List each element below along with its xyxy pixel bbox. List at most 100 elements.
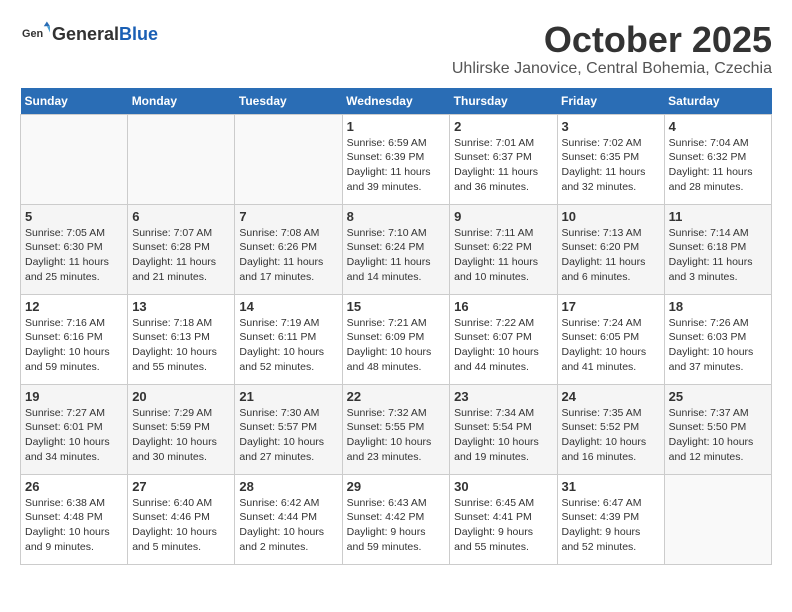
- month-title: October 2025: [452, 20, 772, 60]
- calendar-cell: [21, 114, 128, 204]
- day-number: 3: [562, 119, 660, 134]
- day-number: 24: [562, 389, 660, 404]
- day-of-week-header: Sunday: [21, 88, 128, 115]
- day-number: 6: [132, 209, 230, 224]
- page-header: Gen GeneralBlue October 2025 Uhlirske Ja…: [20, 20, 772, 78]
- calendar-table: SundayMondayTuesdayWednesdayThursdayFrid…: [20, 88, 772, 565]
- day-number: 7: [239, 209, 337, 224]
- calendar-cell: 31 Sunrise: 6:47 AM Sunset: 4:39 PM Dayli…: [557, 474, 664, 564]
- day-number: 14: [239, 299, 337, 314]
- day-number: 1: [347, 119, 446, 134]
- calendar-cell: 16 Sunrise: 7:22 AM Sunset: 6:07 PM Dayli…: [450, 294, 557, 384]
- day-info: Sunrise: 6:47 AM Sunset: 4:39 PM Dayligh…: [562, 496, 660, 555]
- day-number: 28: [239, 479, 337, 494]
- calendar-week-row: 1 Sunrise: 6:59 AM Sunset: 6:39 PM Daylig…: [21, 114, 772, 204]
- calendar-cell: 17Sunrise: 7:24 AM Sunset: 6:05 PM Dayli…: [557, 294, 664, 384]
- location-title: Uhlirske Janovice, Central Bohemia, Czec…: [452, 60, 772, 78]
- calendar-cell: 11 Sunrise: 7:14 AM Sunset: 6:18 PM Dayli…: [664, 204, 771, 294]
- calendar-cell: 2Sunrise: 7:01 AM Sunset: 6:37 PM Daylig…: [450, 114, 557, 204]
- day-info: Sunrise: 6:38 AM Sunset: 4:48 PM Dayligh…: [25, 496, 123, 555]
- calendar-cell: 29 Sunrise: 6:43 AM Sunset: 4:42 PM Dayli…: [342, 474, 450, 564]
- day-number: 26: [25, 479, 123, 494]
- day-number: 20: [132, 389, 230, 404]
- calendar-week-row: 26 Sunrise: 6:38 AM Sunset: 4:48 PM Dayli…: [21, 474, 772, 564]
- day-info: Sunrise: 7:26 AM Sunset: 6:03 PM Dayligh…: [669, 316, 767, 375]
- day-info: Sunrise: 7:13 AM Sunset: 6:20 PM Dayligh…: [562, 226, 660, 285]
- day-number: 2: [454, 119, 552, 134]
- calendar-cell: [664, 474, 771, 564]
- calendar-cell: [235, 114, 342, 204]
- calendar-cell: 12 Sunrise: 7:16 AM Sunset: 6:16 PM Dayli…: [21, 294, 128, 384]
- calendar-cell: 20 Sunrise: 7:29 AM Sunset: 5:59 PM Dayli…: [128, 384, 235, 474]
- day-info: Sunrise: 7:18 AM Sunset: 6:13 PM Dayligh…: [132, 316, 230, 375]
- calendar-week-row: 5Sunrise: 7:05 AM Sunset: 6:30 PM Daylig…: [21, 204, 772, 294]
- calendar-cell: 22Sunrise: 7:32 AM Sunset: 5:55 PM Dayli…: [342, 384, 450, 474]
- day-of-week-header: Wednesday: [342, 88, 450, 115]
- day-info: Sunrise: 7:10 AM Sunset: 6:24 PM Dayligh…: [347, 226, 446, 285]
- day-info: Sunrise: 6:42 AM Sunset: 4:44 PM Dayligh…: [239, 496, 337, 555]
- day-number: 13: [132, 299, 230, 314]
- day-number: 17: [562, 299, 660, 314]
- day-number: 12: [25, 299, 123, 314]
- calendar-cell: 14Sunrise: 7:19 AM Sunset: 6:11 PM Dayli…: [235, 294, 342, 384]
- calendar-cell: 7Sunrise: 7:08 AM Sunset: 6:26 PM Daylig…: [235, 204, 342, 294]
- day-info: Sunrise: 7:02 AM Sunset: 6:35 PM Dayligh…: [562, 136, 660, 195]
- day-number: 18: [669, 299, 767, 314]
- day-info: Sunrise: 6:59 AM Sunset: 6:39 PM Dayligh…: [347, 136, 446, 195]
- calendar-cell: 8Sunrise: 7:10 AM Sunset: 6:24 PM Daylig…: [342, 204, 450, 294]
- calendar-week-row: 19 Sunrise: 7:27 AM Sunset: 6:01 PM Dayli…: [21, 384, 772, 474]
- calendar-cell: [128, 114, 235, 204]
- calendar-cell: 5Sunrise: 7:05 AM Sunset: 6:30 PM Daylig…: [21, 204, 128, 294]
- day-info: Sunrise: 7:27 AM Sunset: 6:01 PM Dayligh…: [25, 406, 123, 465]
- calendar-cell: 1 Sunrise: 6:59 AM Sunset: 6:39 PM Daylig…: [342, 114, 450, 204]
- day-info: Sunrise: 7:22 AM Sunset: 6:07 PM Dayligh…: [454, 316, 552, 375]
- day-number: 16: [454, 299, 552, 314]
- day-number: 10: [562, 209, 660, 224]
- day-info: Sunrise: 6:40 AM Sunset: 4:46 PM Dayligh…: [132, 496, 230, 555]
- day-number: 15: [347, 299, 446, 314]
- day-info: Sunrise: 6:45 AM Sunset: 4:41 PM Dayligh…: [454, 496, 552, 555]
- day-number: 21: [239, 389, 337, 404]
- calendar-cell: 13 Sunrise: 7:18 AM Sunset: 6:13 PM Dayli…: [128, 294, 235, 384]
- day-info: Sunrise: 7:16 AM Sunset: 6:16 PM Dayligh…: [25, 316, 123, 375]
- day-of-week-header: Saturday: [664, 88, 771, 115]
- day-info: Sunrise: 7:29 AM Sunset: 5:59 PM Dayligh…: [132, 406, 230, 465]
- logo-general: General: [52, 24, 119, 45]
- day-info: Sunrise: 7:35 AM Sunset: 5:52 PM Dayligh…: [562, 406, 660, 465]
- day-info: Sunrise: 7:34 AM Sunset: 5:54 PM Dayligh…: [454, 406, 552, 465]
- day-number: 19: [25, 389, 123, 404]
- day-number: 25: [669, 389, 767, 404]
- calendar-cell: 21 Sunrise: 7:30 AM Sunset: 5:57 PM Dayli…: [235, 384, 342, 474]
- day-number: 4: [669, 119, 767, 134]
- title-section: October 2025 Uhlirske Janovice, Central …: [452, 20, 772, 78]
- calendar-cell: 10 Sunrise: 7:13 AM Sunset: 6:20 PM Dayli…: [557, 204, 664, 294]
- calendar-cell: 24 Sunrise: 7:35 AM Sunset: 5:52 PM Dayli…: [557, 384, 664, 474]
- logo-icon: Gen: [22, 20, 50, 48]
- logo: Gen GeneralBlue: [20, 20, 158, 48]
- day-info: Sunrise: 7:21 AM Sunset: 6:09 PM Dayligh…: [347, 316, 446, 375]
- day-info: Sunrise: 7:14 AM Sunset: 6:18 PM Dayligh…: [669, 226, 767, 285]
- day-number: 11: [669, 209, 767, 224]
- day-info: Sunrise: 7:30 AM Sunset: 5:57 PM Dayligh…: [239, 406, 337, 465]
- day-number: 30: [454, 479, 552, 494]
- day-number: 5: [25, 209, 123, 224]
- calendar-cell: 19 Sunrise: 7:27 AM Sunset: 6:01 PM Dayli…: [21, 384, 128, 474]
- svg-text:Gen: Gen: [22, 28, 43, 40]
- day-info: Sunrise: 7:07 AM Sunset: 6:28 PM Dayligh…: [132, 226, 230, 285]
- calendar-cell: 9Sunrise: 7:11 AM Sunset: 6:22 PM Daylig…: [450, 204, 557, 294]
- day-number: 27: [132, 479, 230, 494]
- day-info: Sunrise: 6:43 AM Sunset: 4:42 PM Dayligh…: [347, 496, 446, 555]
- calendar-cell: 6 Sunrise: 7:07 AM Sunset: 6:28 PM Daylig…: [128, 204, 235, 294]
- day-info: Sunrise: 7:11 AM Sunset: 6:22 PM Dayligh…: [454, 226, 552, 285]
- day-of-week-header: Thursday: [450, 88, 557, 115]
- calendar-cell: 4Sunrise: 7:04 AM Sunset: 6:32 PM Daylig…: [664, 114, 771, 204]
- calendar-cell: 27 Sunrise: 6:40 AM Sunset: 4:46 PM Dayli…: [128, 474, 235, 564]
- calendar-cell: 15 Sunrise: 7:21 AM Sunset: 6:09 PM Dayli…: [342, 294, 450, 384]
- day-number: 23: [454, 389, 552, 404]
- day-info: Sunrise: 7:37 AM Sunset: 5:50 PM Dayligh…: [669, 406, 767, 465]
- day-number: 31: [562, 479, 660, 494]
- day-number: 29: [347, 479, 446, 494]
- day-of-week-header: Tuesday: [235, 88, 342, 115]
- day-of-week-header: Monday: [128, 88, 235, 115]
- calendar-cell: 25 Sunrise: 7:37 AM Sunset: 5:50 PM Dayli…: [664, 384, 771, 474]
